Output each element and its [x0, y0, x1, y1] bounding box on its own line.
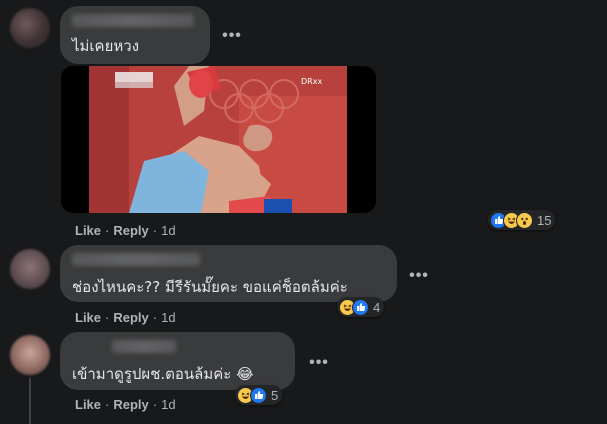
separator-dot: · [152, 397, 158, 412]
like-link[interactable]: Like [75, 397, 101, 412]
comment-actions: Like · Reply · 1d [75, 223, 176, 238]
comment-bubble: ช่องไหนคะ?? มีรีรันมั๊ยคะ ขอแค่ช็อตล้มค่… [60, 245, 397, 302]
more-options-icon[interactable]: ••• [305, 355, 333, 377]
author-name-redacted[interactable] [72, 14, 194, 27]
photo-attachment: DRxx [89, 66, 347, 213]
comment-text: ช่องไหนคะ?? มีรีรันมั๊ยคะ ขอแค่ช็อตล้มค่… [72, 278, 348, 296]
separator-dot: · [105, 310, 110, 325]
svg-text:DRxx: DRxx [301, 77, 322, 86]
separator-dot: · [152, 223, 158, 238]
comment-actions: Like · Reply · 1d [75, 310, 176, 325]
comment-text: เข้ามาดูรูปผช.ตอนล้มค่ะ 😂 [72, 365, 254, 383]
separator-dot: · [105, 397, 110, 412]
author-name-redacted[interactable] [112, 340, 176, 353]
comment-text: ไม่เคยหวง [72, 37, 140, 55]
avatar[interactable] [10, 8, 50, 48]
avatar[interactable] [10, 249, 50, 289]
avatar[interactable] [10, 335, 50, 375]
reaction-count: 5 [271, 387, 279, 403]
reactions-summary[interactable]: 15 [488, 210, 556, 230]
timestamp[interactable]: 1d [161, 223, 175, 238]
thread-line [29, 378, 31, 424]
reaction-count: 4 [373, 299, 381, 315]
reply-link[interactable]: Reply [113, 397, 148, 412]
timestamp[interactable]: 1d [161, 397, 175, 412]
reaction-count: 15 [537, 212, 552, 228]
reactions-summary[interactable]: 4 [337, 297, 385, 317]
timestamp[interactable]: 1d [161, 310, 175, 325]
more-options-icon[interactable]: ••• [405, 268, 433, 290]
comment-bubble: เข้ามาดูรูปผช.ตอนล้มค่ะ 😂 [60, 332, 295, 390]
separator-dot: · [152, 310, 158, 325]
comment-image[interactable]: DRxx [61, 66, 376, 213]
separator-dot: · [105, 223, 110, 238]
like-icon [250, 386, 267, 404]
like-icon [352, 298, 369, 316]
like-link[interactable]: Like [75, 223, 101, 238]
photo-graphic: DRxx [89, 66, 347, 213]
reply-link[interactable]: Reply [113, 310, 148, 325]
reply-link[interactable]: Reply [113, 223, 148, 238]
comment-bubble: ไม่เคยหวง [60, 6, 210, 64]
like-link[interactable]: Like [75, 310, 101, 325]
reactions-summary[interactable]: 5 [235, 385, 283, 405]
wow-icon [516, 211, 533, 229]
more-options-icon[interactable]: ••• [218, 28, 246, 50]
comment-actions: Like · Reply · 1d [75, 397, 176, 412]
author-name-redacted[interactable] [72, 253, 200, 266]
